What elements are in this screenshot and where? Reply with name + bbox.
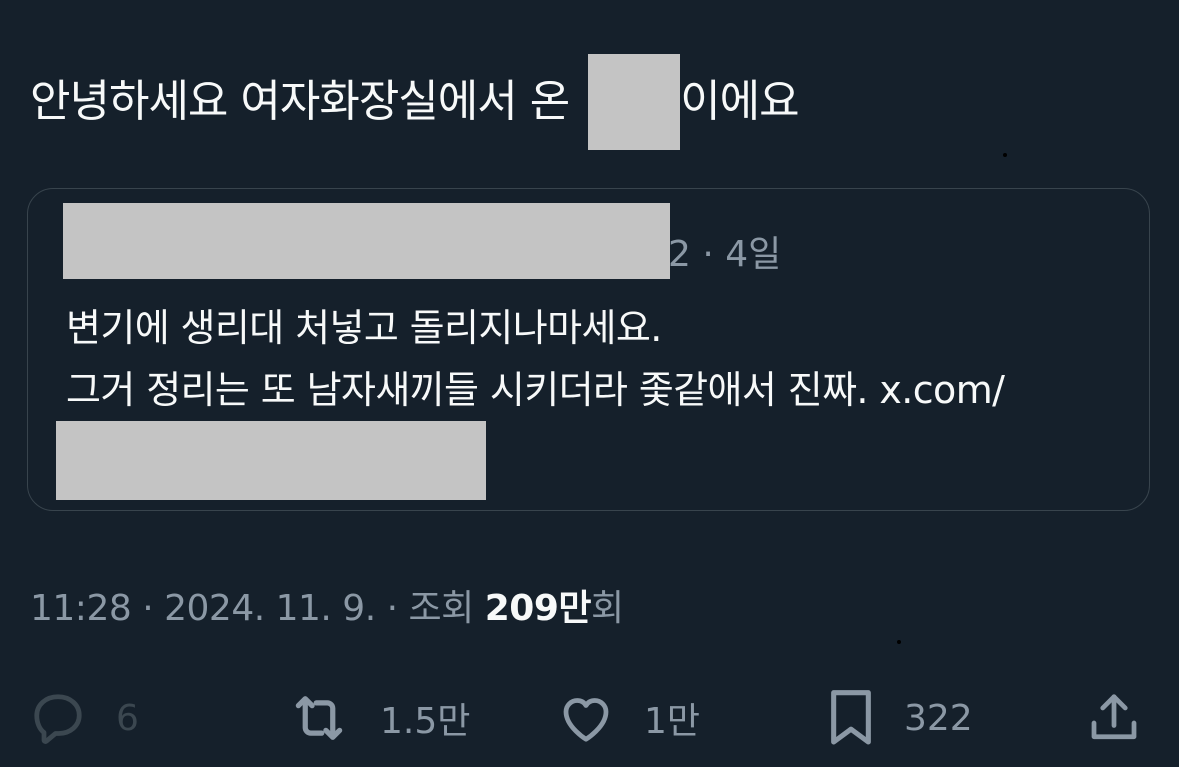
stray-dot — [1003, 153, 1007, 157]
quoted-tweet-card[interactable]: 2 · 4일 변기에 생리대 처넣고 돌리지나마세요. 그거 정리는 또 남자새… — [27, 188, 1150, 511]
redacted-block — [63, 203, 670, 279]
quoted-tweet-time: 2 · 4일 — [668, 234, 782, 275]
tweet-date[interactable]: 2024. 11. 9. — [164, 588, 376, 629]
stray-dot — [897, 640, 901, 644]
retweet-icon — [286, 685, 352, 751]
tweet-meta: 11:28 · 2024. 11. 9. · 조회 209만회 — [30, 583, 624, 635]
redacted-block — [56, 421, 486, 500]
quoted-tweet-line: 변기에 생리대 처넣고 돌리지나마세요. — [66, 306, 662, 350]
views-suffix: 회 — [591, 588, 624, 629]
share-button[interactable] — [1084, 680, 1144, 756]
separator: · — [142, 588, 154, 629]
tweet-time[interactable]: 11:28 — [30, 588, 132, 629]
quoted-tweet-line: 그거 정리는 또 남자새끼들 시키더라 좇같애서 진짜. x.com/ — [66, 368, 1005, 412]
tweet-detail: 안녕하세요 여자화장실에서 온 이에요 2 · 4일 변기에 생리대 처넣고 돌… — [0, 0, 1179, 767]
views-label: 조회 — [408, 588, 475, 629]
action-bar: 6 1.5만 1만 322 — [0, 680, 1179, 756]
reply-count: 6 — [116, 697, 139, 739]
views-count: 209만 — [484, 588, 592, 629]
bookmark-icon — [826, 686, 876, 750]
heart-icon — [556, 688, 616, 748]
reply-button[interactable]: 6 — [28, 680, 139, 756]
like-count: 1만 — [644, 701, 701, 742]
like-button[interactable]: 1만 — [556, 680, 700, 756]
redacted-block — [588, 54, 681, 150]
bookmark-count: 322 — [904, 697, 973, 739]
retweet-count: 1.5만 — [380, 701, 471, 742]
bookmark-button[interactable]: 322 — [826, 680, 973, 756]
retweet-button[interactable]: 1.5만 — [286, 680, 470, 756]
tweet-text-before: 안녕하세요 여자화장실에서 온 — [30, 76, 583, 127]
tweet-text: 안녕하세요 여자화장실에서 온 이에요 — [30, 54, 800, 150]
tweet-text-after: 이에요 — [680, 76, 799, 127]
share-icon — [1084, 688, 1144, 748]
separator: · — [386, 588, 398, 629]
reply-icon — [28, 688, 88, 748]
quoted-tweet-text: 변기에 생리대 처넣고 돌리지나마세요. 그거 정리는 또 남자새끼들 시키더라… — [66, 297, 1005, 421]
